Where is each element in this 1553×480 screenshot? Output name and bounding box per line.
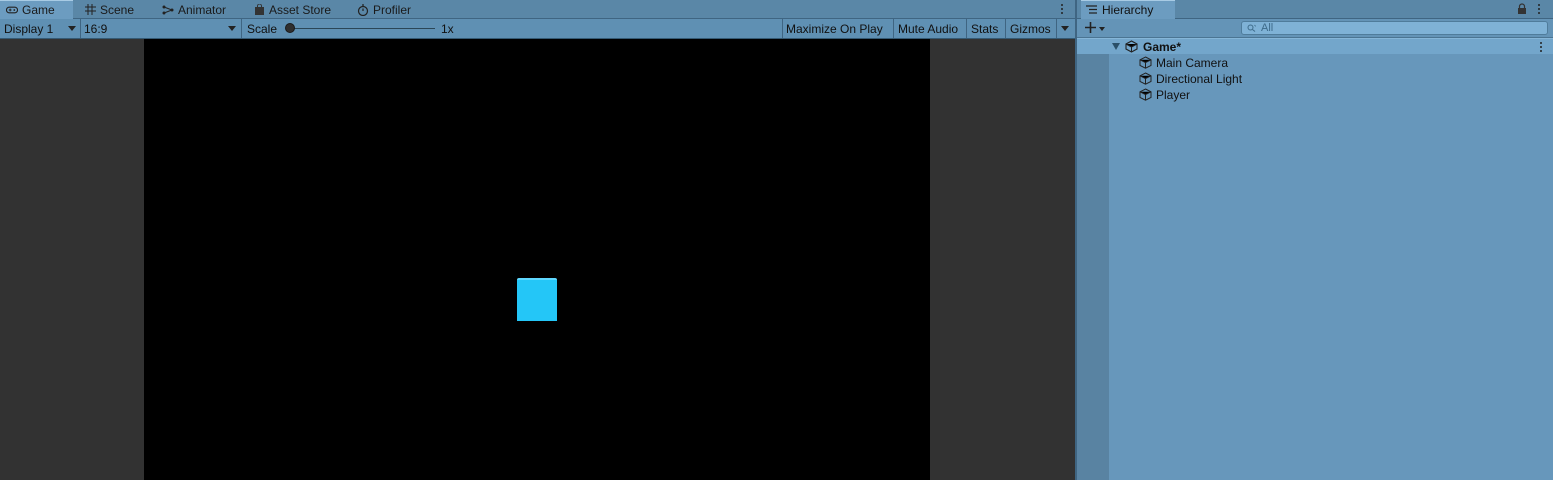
scale-slider-track[interactable] [290, 28, 435, 29]
tab-label: Animator [178, 2, 227, 17]
mute-audio-toggle[interactable]: Mute Audio [898, 19, 958, 38]
hierarchy-window: Hierarchy Game* [1075, 0, 1553, 480]
search-input[interactable] [1261, 22, 1541, 34]
tab-profiler[interactable]: Profiler [351, 0, 417, 19]
game-viewport[interactable] [144, 39, 930, 480]
create-dropdown[interactable] [1085, 20, 1111, 37]
stopwatch-icon [357, 3, 369, 16]
chevron-down-icon [1061, 26, 1069, 31]
expand-arrow-icon[interactable] [1112, 43, 1120, 50]
plus-icon [1085, 21, 1096, 36]
unity-scene-icon [1125, 40, 1138, 56]
gamepad-icon [6, 4, 18, 16]
hierarchy-menu-icon[interactable] [1535, 1, 1543, 17]
toolbar-divider [241, 19, 242, 38]
toolbar-divider [893, 19, 894, 38]
chevron-down-icon [1099, 26, 1105, 31]
scene-menu-icon[interactable] [1537, 39, 1545, 55]
bag-icon [253, 4, 265, 16]
tab-label: Hierarchy [1102, 3, 1154, 17]
tab-asset-store[interactable]: Asset Store [247, 0, 337, 19]
hierarchy-search[interactable] [1241, 21, 1548, 35]
aspect-dropdown[interactable]: 16:9 [84, 19, 238, 38]
toolbar-divider [80, 19, 81, 38]
animator-icon [162, 4, 174, 16]
game-window: Game Scene Animator Asset Store Profiler [0, 0, 1075, 480]
tab-label: Profiler [373, 2, 412, 17]
hierarchy-gutter [1077, 38, 1109, 480]
item-label: Main Camera [1156, 56, 1229, 70]
hierarchy-item-main-camera[interactable]: Main Camera [1077, 55, 1553, 71]
scale-slider-handle[interactable] [285, 23, 295, 33]
hierarchy-list [1109, 38, 1553, 480]
aspect-label: 16:9 [84, 21, 108, 36]
chevron-down-icon [228, 26, 236, 31]
stats-toggle[interactable]: Stats [971, 19, 998, 38]
game-toolbar: Display 1 16:9 Scale 1x Maximize On Play… [0, 19, 1075, 39]
grid-icon [84, 4, 96, 16]
scene-row[interactable]: Game* [1077, 38, 1553, 54]
gizmos-toggle[interactable]: Gizmos [1010, 19, 1051, 38]
tab-label: Asset Store [269, 2, 332, 17]
hierarchy-item-directional-light[interactable]: Directional Light [1077, 71, 1553, 87]
hierarchy-tab-bar: Hierarchy [1077, 0, 1553, 19]
item-label: Directional Light [1156, 72, 1243, 86]
toolbar-divider [782, 19, 783, 38]
player-cube [517, 278, 557, 321]
scale-value: 1x [441, 21, 454, 36]
cube-icon [1139, 88, 1152, 104]
tab-label: Scene [100, 2, 135, 17]
maximize-on-play-toggle[interactable]: Maximize On Play [786, 19, 883, 38]
lock-icon[interactable] [1517, 3, 1527, 17]
chevron-down-icon [68, 26, 76, 31]
tab-scene[interactable]: Scene [78, 0, 140, 19]
tab-animator[interactable]: Animator [156, 0, 232, 19]
hierarchy-toolbar [1077, 19, 1553, 38]
toolbar-divider [1005, 19, 1006, 38]
game-tab-bar: Game Scene Animator Asset Store Profiler [0, 0, 1075, 19]
cube-icon [1139, 72, 1152, 88]
tab-hierarchy[interactable]: Hierarchy [1081, 0, 1175, 19]
scene-name: Game* [1143, 40, 1182, 54]
tab-label: Game [22, 3, 55, 17]
display-dropdown[interactable]: Display 1 [4, 19, 78, 38]
scale-label: Scale [247, 21, 278, 36]
hierarchy-item-player[interactable]: Player [1077, 87, 1553, 103]
game-panel-menu-icon[interactable] [1058, 1, 1066, 17]
toolbar-divider [1056, 19, 1057, 38]
list-icon [1086, 3, 1097, 17]
search-icon [1247, 21, 1257, 35]
cube-icon [1139, 56, 1152, 72]
item-label: Player [1156, 88, 1191, 102]
display-label: Display 1 [4, 21, 54, 36]
tab-game[interactable]: Game [0, 0, 73, 19]
toolbar-divider [966, 19, 967, 38]
gizmos-dropdown[interactable] [1058, 19, 1072, 38]
